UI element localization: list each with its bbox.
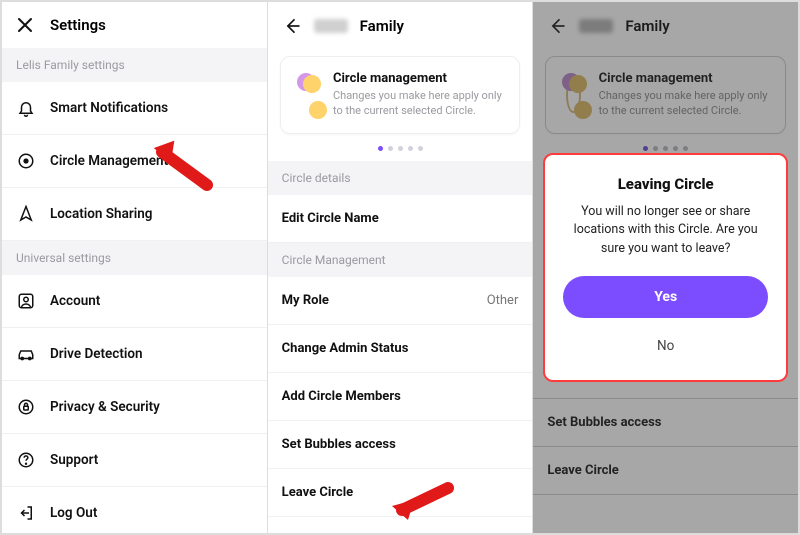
row-my-role[interactable]: My Role Other <box>268 277 533 325</box>
row-label: Add Circle Members <box>282 389 401 404</box>
settings-panel: Settings Lelis Family settings Smart Not… <box>2 2 268 533</box>
circle-title-suffix: Family <box>360 17 404 35</box>
circle-header: Family <box>268 2 533 50</box>
row-label: My Role <box>282 293 329 308</box>
row-label: Leave Circle <box>282 485 354 500</box>
row-label: Support <box>50 452 98 468</box>
row-label: Location Sharing <box>50 206 152 222</box>
settings-header: Settings <box>2 2 267 48</box>
row-log-out[interactable]: Log Out <box>2 487 267 533</box>
section-circle-details: Circle details <box>268 161 533 195</box>
row-drive-detection[interactable]: Drive Detection <box>2 328 267 381</box>
row-support[interactable]: Support <box>2 434 267 487</box>
bell-icon <box>16 98 36 118</box>
settings-title: Settings <box>50 16 106 34</box>
user-icon <box>16 291 36 311</box>
row-add-members[interactable]: Add Circle Members <box>268 373 533 421</box>
row-label: Drive Detection <box>50 346 143 362</box>
dialog-title: Leaving Circle <box>563 175 768 193</box>
row-label: Log Out <box>50 505 97 521</box>
back-icon[interactable] <box>282 16 302 36</box>
redacted-name <box>314 19 348 33</box>
row-value: Other <box>487 293 519 308</box>
no-button[interactable]: No <box>651 332 680 360</box>
pagination-dots <box>268 142 533 161</box>
circle-management-card: Circle management Changes you make here … <box>280 56 521 134</box>
yes-button[interactable]: Yes <box>563 276 768 318</box>
circle-dot-icon <box>16 151 36 171</box>
close-icon[interactable] <box>16 16 34 34</box>
row-label: Privacy & Security <box>50 399 160 415</box>
help-icon <box>16 450 36 470</box>
row-label: Circle Management <box>50 153 168 169</box>
car-icon <box>16 344 36 364</box>
logout-icon <box>16 503 36 523</box>
annotation-arrow-icon <box>388 480 458 525</box>
navigation-icon <box>16 204 36 224</box>
row-change-admin[interactable]: Change Admin Status <box>268 325 533 373</box>
row-edit-circle-name[interactable]: Edit Circle Name <box>268 195 533 243</box>
section-universal-settings: Universal settings <box>2 241 267 275</box>
row-label: Account <box>50 293 100 309</box>
leave-dialog-panel: Family Circle management Changes you mak… <box>533 2 798 533</box>
row-location-sharing[interactable]: Location Sharing <box>2 188 267 241</box>
row-label: Smart Notifications <box>50 100 168 116</box>
section-family-settings: Lelis Family settings <box>2 48 267 82</box>
card-subtitle: Changes you make here apply only to the … <box>333 89 505 119</box>
row-privacy-security[interactable]: Privacy & Security <box>2 381 267 434</box>
row-label: Edit Circle Name <box>282 211 379 226</box>
row-account[interactable]: Account <box>2 275 267 328</box>
annotation-arrow-icon <box>152 140 222 195</box>
card-title: Circle management <box>333 71 505 86</box>
faces-icon <box>295 71 321 119</box>
modal-container: Leaving Circle You will no longer see or… <box>533 2 798 533</box>
row-bubbles-access[interactable]: Set Bubbles access <box>268 421 533 469</box>
section-circle-management: Circle Management <box>268 243 533 277</box>
row-label: Set Bubbles access <box>282 437 396 452</box>
row-smart-notifications[interactable]: Smart Notifications <box>2 82 267 135</box>
leaving-circle-dialog: Leaving Circle You will no longer see or… <box>543 153 788 381</box>
dialog-text: You will no longer see or share location… <box>563 203 768 257</box>
row-label: Change Admin Status <box>282 341 409 356</box>
row-circle-management[interactable]: Circle Management <box>2 135 267 188</box>
circle-panel: Family Circle management Changes you mak… <box>268 2 534 533</box>
lock-icon <box>16 397 36 417</box>
